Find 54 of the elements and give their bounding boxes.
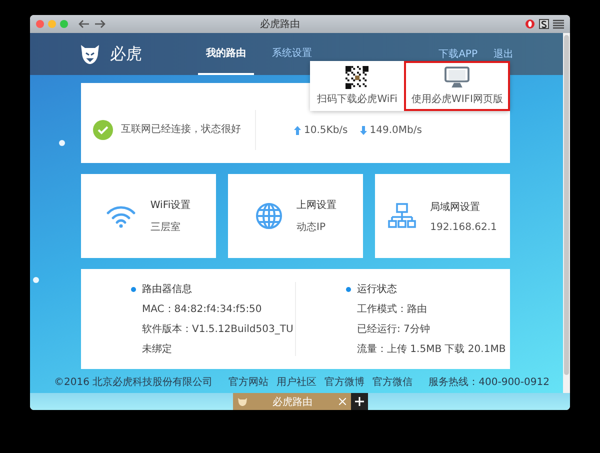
tiger-favicon-icon — [238, 397, 246, 406]
window-title: 必虎路由 — [260, 18, 300, 31]
back-icon[interactable] — [78, 19, 90, 29]
info-line: 未绑定 — [141, 342, 173, 356]
tiger-logo-icon — [80, 43, 100, 65]
wifi-icon — [106, 204, 136, 228]
tile-title: 局域网设置 — [430, 200, 482, 214]
download-icon — [360, 126, 367, 134]
copyright-text: ©2016 北京必虎科技股份有限公司 — [54, 376, 213, 389]
tile-value: 三层室 — [150, 220, 182, 234]
info-line: 软件版本：V1.5.12Build503_TU — [141, 322, 294, 336]
settings-tile[interactable]: 局域网设置 192.168.62.1 — [375, 174, 510, 258]
s-extension-icon[interactable] — [539, 19, 549, 29]
bullet-dot — [346, 286, 351, 292]
download-option[interactable]: 扫码下载必虎WiFi — [310, 61, 404, 111]
close-icon[interactable] — [338, 398, 346, 405]
footer-link[interactable]: 官方微博 — [324, 375, 365, 389]
decoration-dot — [59, 140, 65, 146]
settings-tile[interactable]: 上网设置 动态IP — [228, 174, 363, 258]
decoration-dot — [33, 277, 39, 283]
info-line: 工作模式：路由 — [356, 302, 428, 316]
header-link[interactable]: 下载APP — [438, 47, 478, 61]
hotline-text: 服务热线：400-900-0912 — [428, 376, 550, 389]
footer-link[interactable]: 官方微信 — [372, 375, 413, 389]
header-link[interactable]: 退出 — [493, 47, 514, 61]
info-line: 流量：上传 1.5MB 下载 20.1MB — [356, 342, 507, 356]
upload-icon — [294, 126, 301, 134]
scrollbar[interactable] — [563, 33, 570, 393]
settings-tile[interactable]: WiFi设置 三层室 — [81, 174, 216, 258]
menu-icon[interactable] — [553, 19, 564, 29]
plus-icon — [354, 397, 364, 406]
download-option[interactable]: 使用必虎WIFI网页版 — [404, 61, 510, 111]
tile-value: 动态IP — [296, 220, 326, 234]
upload-speed: 10.5Kb/s — [304, 124, 348, 136]
globe-icon — [254, 202, 282, 230]
brand-name: 必虎 — [110, 44, 142, 64]
footer-link[interactable]: 官方网站 — [228, 375, 269, 389]
check-icon — [93, 120, 113, 140]
info-line: 已经运行: 7分钟 — [356, 322, 431, 336]
section-title: 运行状态 — [357, 282, 397, 296]
network-icon — [388, 203, 416, 229]
forward-icon[interactable] — [94, 19, 106, 29]
opera-icon[interactable] — [525, 19, 535, 29]
tile-title: WiFi设置 — [150, 198, 191, 212]
tile-value: 192.168.62.1 — [430, 222, 497, 232]
nav-tab[interactable]: 我的路由 — [198, 33, 254, 75]
connection-status: 互联网已经连接，状态很好 — [121, 110, 256, 150]
section-title: 路由器信息 — [142, 282, 192, 296]
download-speed: 149.0Mb/s — [370, 124, 422, 136]
new-tab-button[interactable] — [350, 393, 368, 410]
tile-title: 上网设置 — [296, 198, 336, 212]
info-line: MAC：84:82:f4:34:f5:50 — [141, 303, 263, 316]
footer-link[interactable]: 用户社区 — [276, 375, 317, 389]
bullet-dot — [131, 286, 136, 292]
